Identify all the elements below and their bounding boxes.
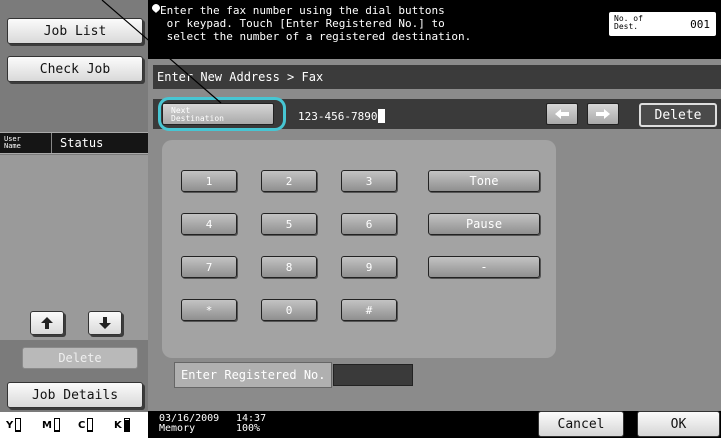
arrow-left-icon xyxy=(555,109,569,119)
toner-label: M xyxy=(42,419,52,431)
toner-indicator: M xyxy=(42,418,75,432)
keypad-key[interactable]: * xyxy=(181,299,237,321)
keypad-key[interactable]: 0 xyxy=(261,299,317,321)
keypad-key[interactable]: 3 xyxy=(341,170,397,192)
fax-number-value: 123-456-7890 xyxy=(298,109,378,123)
destination-count-label: No. of Dest. xyxy=(614,14,643,31)
toner-indicator: K xyxy=(114,418,147,432)
toner-label: K xyxy=(114,419,122,431)
registered-no-field[interactable] xyxy=(333,364,413,386)
toner-level-bar xyxy=(87,418,94,432)
info-bullet-icon xyxy=(152,4,160,13)
keypad-key[interactable]: 5 xyxy=(261,213,317,235)
time-memory-text: 14:37 100% xyxy=(236,413,267,434)
toner-level-bar xyxy=(53,418,60,432)
scroll-down-button[interactable] xyxy=(88,311,122,335)
user-name-header-line2: Name xyxy=(4,142,21,150)
dash-button[interactable]: - xyxy=(428,256,540,278)
message-bar: Enter the fax number using the dial butt… xyxy=(148,0,721,59)
breadcrumb: Enter New Address > Fax xyxy=(153,65,721,89)
toner-indicator: C xyxy=(78,418,111,432)
destination-count-value: 001 xyxy=(690,18,710,31)
toner-level-fill xyxy=(54,429,59,431)
toner-levels: YMCK xyxy=(0,412,148,438)
job-list-area[interactable] xyxy=(0,155,148,340)
date-memory-text: 03/16/2009 Memory xyxy=(159,413,220,434)
job-details-button[interactable]: Job Details xyxy=(7,382,143,408)
keypad-key[interactable]: 2 xyxy=(261,170,317,192)
instruction-message: Enter the fax number using the dial butt… xyxy=(160,4,472,43)
toner-level-bar xyxy=(123,418,130,432)
callout-highlight-ring xyxy=(158,97,286,131)
job-list-header: User Name Status xyxy=(0,132,148,154)
toner-label: Y xyxy=(6,419,14,431)
keypad-key[interactable]: 1 xyxy=(181,170,237,192)
cancel-button[interactable]: Cancel xyxy=(538,411,624,437)
toner-level-fill xyxy=(88,429,93,431)
tone-button[interactable]: Tone xyxy=(428,170,540,192)
enter-registered-no-button[interactable]: Enter Registered No. xyxy=(174,362,332,388)
keypad-key[interactable]: 8 xyxy=(261,256,317,278)
keypad-key[interactable]: # xyxy=(341,299,397,321)
cursor-left-button[interactable] xyxy=(546,103,578,125)
main-panel: Enter New Address > Fax Next Destination… xyxy=(148,59,721,411)
toner-label: C xyxy=(78,419,86,431)
text-cursor xyxy=(378,109,386,123)
fax-number-field[interactable]: 123-456-7890 xyxy=(298,108,538,124)
arrow-down-icon xyxy=(99,317,111,329)
cursor-right-button[interactable] xyxy=(587,103,619,125)
keypad-key[interactable]: 9 xyxy=(341,256,397,278)
toner-indicator: Y xyxy=(6,418,39,432)
user-name-column-header: User Name xyxy=(0,133,52,153)
check-job-button[interactable]: Check Job xyxy=(7,56,143,82)
toner-level-fill xyxy=(16,429,21,431)
keypad-key[interactable]: 6 xyxy=(341,213,397,235)
left-panel: Job List Check Job User Name Status Dele… xyxy=(0,0,148,438)
arrow-up-icon xyxy=(41,317,53,329)
keypad-key[interactable]: 4 xyxy=(181,213,237,235)
delete-button[interactable]: Delete xyxy=(639,103,717,127)
destination-count-box: No. of Dest. 001 xyxy=(609,12,716,36)
ok-button[interactable]: OK xyxy=(637,411,720,437)
scroll-up-button[interactable] xyxy=(30,311,64,335)
toner-level-fill xyxy=(124,419,129,431)
job-list-button[interactable]: Job List xyxy=(7,18,143,44)
status-column-header: Status xyxy=(60,136,104,150)
pause-button[interactable]: Pause xyxy=(428,213,540,235)
bottom-bar: 03/16/2009 Memory 14:37 100% Cancel OK xyxy=(148,411,721,438)
keypad-key[interactable]: 7 xyxy=(181,256,237,278)
toner-level-bar xyxy=(15,418,22,432)
arrow-right-icon xyxy=(596,109,610,119)
job-delete-button[interactable]: Delete xyxy=(22,347,138,369)
